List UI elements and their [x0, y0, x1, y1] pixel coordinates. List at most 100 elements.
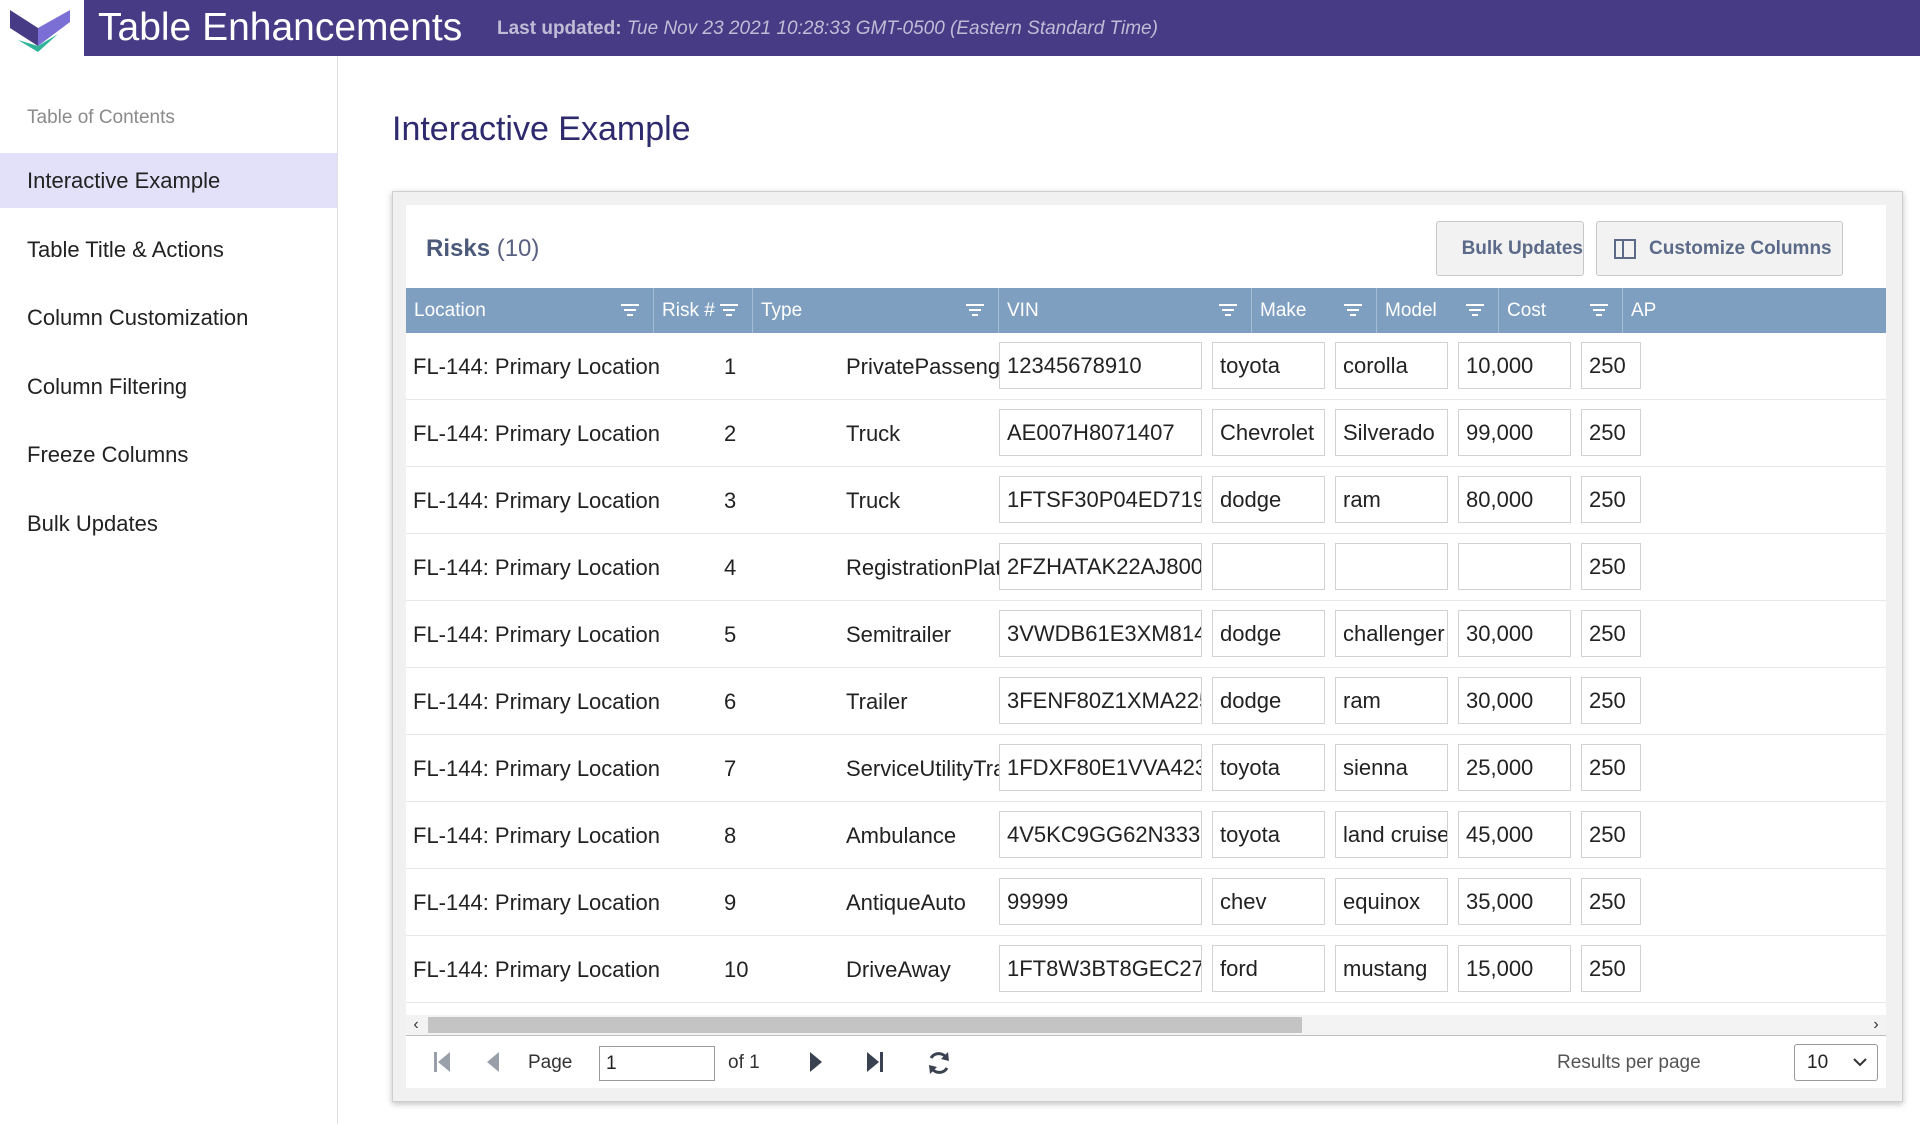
vin-input[interactable]: 3FENF80Z1XMA22525 — [999, 677, 1202, 724]
table-title-count: (10) — [496, 235, 540, 262]
vin-input[interactable]: 3VWDB61E3XM814897 — [999, 610, 1202, 657]
cell-risk: 9 — [724, 890, 737, 915]
vin-input[interactable]: 12345678910 — [999, 342, 1202, 389]
ap-input[interactable]: 250 — [1581, 945, 1641, 992]
model-input[interactable] — [1335, 543, 1448, 590]
table-row: FL-144: Primary Location 4 RegistrationP… — [406, 534, 1886, 601]
model-input[interactable]: challenger — [1335, 610, 1448, 657]
vin-input[interactable]: 99999 — [999, 878, 1202, 925]
make-input[interactable] — [1212, 543, 1325, 590]
column-header-risk[interactable]: Risk # — [654, 288, 753, 333]
vin-input[interactable]: AE007H8071407 — [999, 409, 1202, 456]
make-input[interactable]: toyota — [1212, 811, 1325, 858]
model-input[interactable]: land cruiser — [1335, 811, 1448, 858]
vin-input[interactable]: 4V5KC9GG62N333963 — [999, 811, 1202, 858]
make-input[interactable]: dodge — [1212, 610, 1325, 657]
first-page-icon[interactable] — [433, 1050, 451, 1074]
ap-input[interactable]: 250 — [1581, 476, 1641, 523]
cell-location: FL-144: Primary Location — [413, 957, 660, 982]
cost-input[interactable] — [1458, 543, 1571, 590]
customize-columns-button[interactable]: Customize Columns — [1596, 221, 1843, 276]
cell-location: FL-144: Primary Location — [413, 555, 660, 580]
make-input[interactable]: chev — [1212, 878, 1325, 925]
customize-columns-label: Customize Columns — [1649, 237, 1832, 259]
ap-input[interactable]: 250 — [1581, 677, 1641, 724]
sidebar-item-interactive-example[interactable]: Interactive Example — [0, 153, 337, 208]
column-header-cost[interactable]: Cost — [1499, 288, 1623, 333]
column-header-ap[interactable]: AP — [1623, 288, 1886, 333]
model-input[interactable]: corolla — [1335, 342, 1448, 389]
column-header-location[interactable]: Location — [406, 288, 654, 333]
horizontal-scrollbar[interactable]: ‹ › — [406, 1015, 1886, 1035]
cost-input[interactable]: 30,000 — [1458, 610, 1571, 657]
vin-input[interactable]: 1FTSF30P04ED71903 — [999, 476, 1202, 523]
last-updated: Last updated: Tue Nov 23 2021 10:28:33 G… — [497, 18, 1158, 40]
column-header-type[interactable]: Type — [753, 288, 999, 333]
results-per-page-select[interactable]: 10 — [1794, 1044, 1878, 1081]
ap-input[interactable]: 250 — [1581, 744, 1641, 791]
scrollbar-thumb[interactable] — [428, 1017, 1302, 1033]
cost-input[interactable]: 30,000 — [1458, 677, 1571, 724]
sidebar-item-freeze-columns[interactable]: Freeze Columns — [0, 427, 337, 482]
model-input[interactable]: ram — [1335, 677, 1448, 724]
cell-type: Truck — [846, 421, 901, 446]
filter-icon[interactable] — [1344, 303, 1362, 317]
cost-input[interactable]: 45,000 — [1458, 811, 1571, 858]
filter-icon[interactable] — [966, 303, 984, 317]
cell-type: Trailer — [846, 689, 908, 714]
make-input[interactable]: dodge — [1212, 476, 1325, 523]
cost-input[interactable]: 15,000 — [1458, 945, 1571, 992]
model-input[interactable]: Silverado — [1335, 409, 1448, 456]
bulk-updates-label: Bulk Updates — [1461, 237, 1583, 259]
scroll-right-icon[interactable]: › — [1866, 1015, 1886, 1035]
example-panel: Risks (10) Bulk Updates Customize Column… — [392, 191, 1903, 1102]
filter-icon[interactable] — [1219, 303, 1237, 317]
column-header-model[interactable]: Model — [1377, 288, 1499, 333]
sidebar-item-bulk-updates[interactable]: Bulk Updates — [0, 496, 337, 551]
ap-input[interactable]: 250 — [1581, 811, 1641, 858]
ap-input[interactable]: 250 — [1581, 409, 1641, 456]
ap-input[interactable]: 250 — [1581, 342, 1641, 389]
cell-type: Truck — [846, 488, 901, 513]
page-number-input[interactable]: 1 — [599, 1046, 715, 1081]
ap-input[interactable]: 250 — [1581, 878, 1641, 925]
ap-input[interactable]: 250 — [1581, 543, 1641, 590]
cost-input[interactable]: 25,000 — [1458, 744, 1571, 791]
make-input[interactable]: dodge — [1212, 677, 1325, 724]
cost-input[interactable]: 80,000 — [1458, 476, 1571, 523]
make-input[interactable]: toyota — [1212, 744, 1325, 791]
table-row: FL-144: Primary Location 6 Trailer 3FENF… — [406, 668, 1886, 735]
cost-input[interactable]: 35,000 — [1458, 878, 1571, 925]
sidebar-item-column-filtering[interactable]: Column Filtering — [0, 359, 337, 414]
bulk-updates-button[interactable]: Bulk Updates — [1436, 221, 1584, 276]
column-header-label: Risk # — [662, 300, 715, 321]
model-input[interactable]: ram — [1335, 476, 1448, 523]
filter-icon[interactable] — [1590, 303, 1608, 317]
vin-input[interactable]: 1FDXF80E1VVA42335 — [999, 744, 1202, 791]
make-input[interactable]: ford — [1212, 945, 1325, 992]
refresh-icon[interactable] — [926, 1050, 952, 1076]
vin-input[interactable]: 1FT8W3BT8GEC27976 — [999, 945, 1202, 992]
ap-input[interactable]: 250 — [1581, 610, 1641, 657]
next-page-icon[interactable] — [809, 1050, 823, 1074]
model-input[interactable]: equinox — [1335, 878, 1448, 925]
cost-input[interactable]: 99,000 — [1458, 409, 1571, 456]
sidebar-item-column-customization[interactable]: Column Customization — [0, 290, 337, 345]
filter-icon[interactable] — [1466, 303, 1484, 317]
column-header-label: AP — [1631, 300, 1657, 321]
sidebar-item-table-title-actions[interactable]: Table Title & Actions — [0, 222, 337, 277]
column-header-make[interactable]: Make — [1252, 288, 1377, 333]
page-total-label: of 1 — [728, 1052, 760, 1073]
make-input[interactable]: Chevrolet — [1212, 409, 1325, 456]
vin-input[interactable]: 2FZHATAK22AJ80013 — [999, 543, 1202, 590]
model-input[interactable]: sienna — [1335, 744, 1448, 791]
make-input[interactable]: toyota — [1212, 342, 1325, 389]
filter-icon[interactable] — [720, 303, 738, 317]
cost-input[interactable]: 10,000 — [1458, 342, 1571, 389]
model-input[interactable]: mustang — [1335, 945, 1448, 992]
last-page-icon[interactable] — [866, 1050, 884, 1074]
previous-page-icon[interactable] — [486, 1050, 500, 1074]
scroll-left-icon[interactable]: ‹ — [406, 1015, 426, 1035]
filter-icon[interactable] — [621, 303, 639, 317]
column-header-vin[interactable]: VIN — [999, 288, 1252, 333]
